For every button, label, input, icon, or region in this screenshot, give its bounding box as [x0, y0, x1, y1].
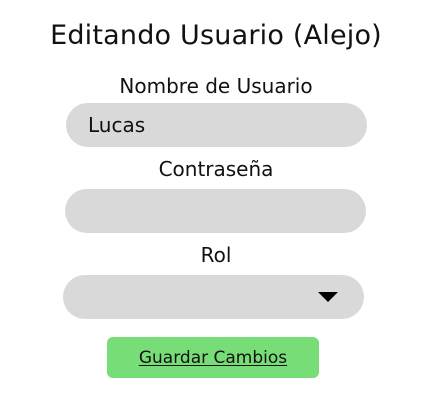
role-label: Rol [200, 243, 232, 267]
password-label: Contraseña [158, 157, 274, 181]
username-label: Nombre de Usuario [119, 74, 313, 98]
username-input[interactable] [66, 103, 367, 147]
save-button[interactable]: Guardar Cambios [107, 337, 319, 378]
chevron-down-icon [318, 292, 338, 302]
page-title: Editando Usuario (Alejo) [50, 20, 382, 51]
password-input[interactable] [65, 189, 366, 233]
role-select[interactable] [63, 275, 364, 319]
